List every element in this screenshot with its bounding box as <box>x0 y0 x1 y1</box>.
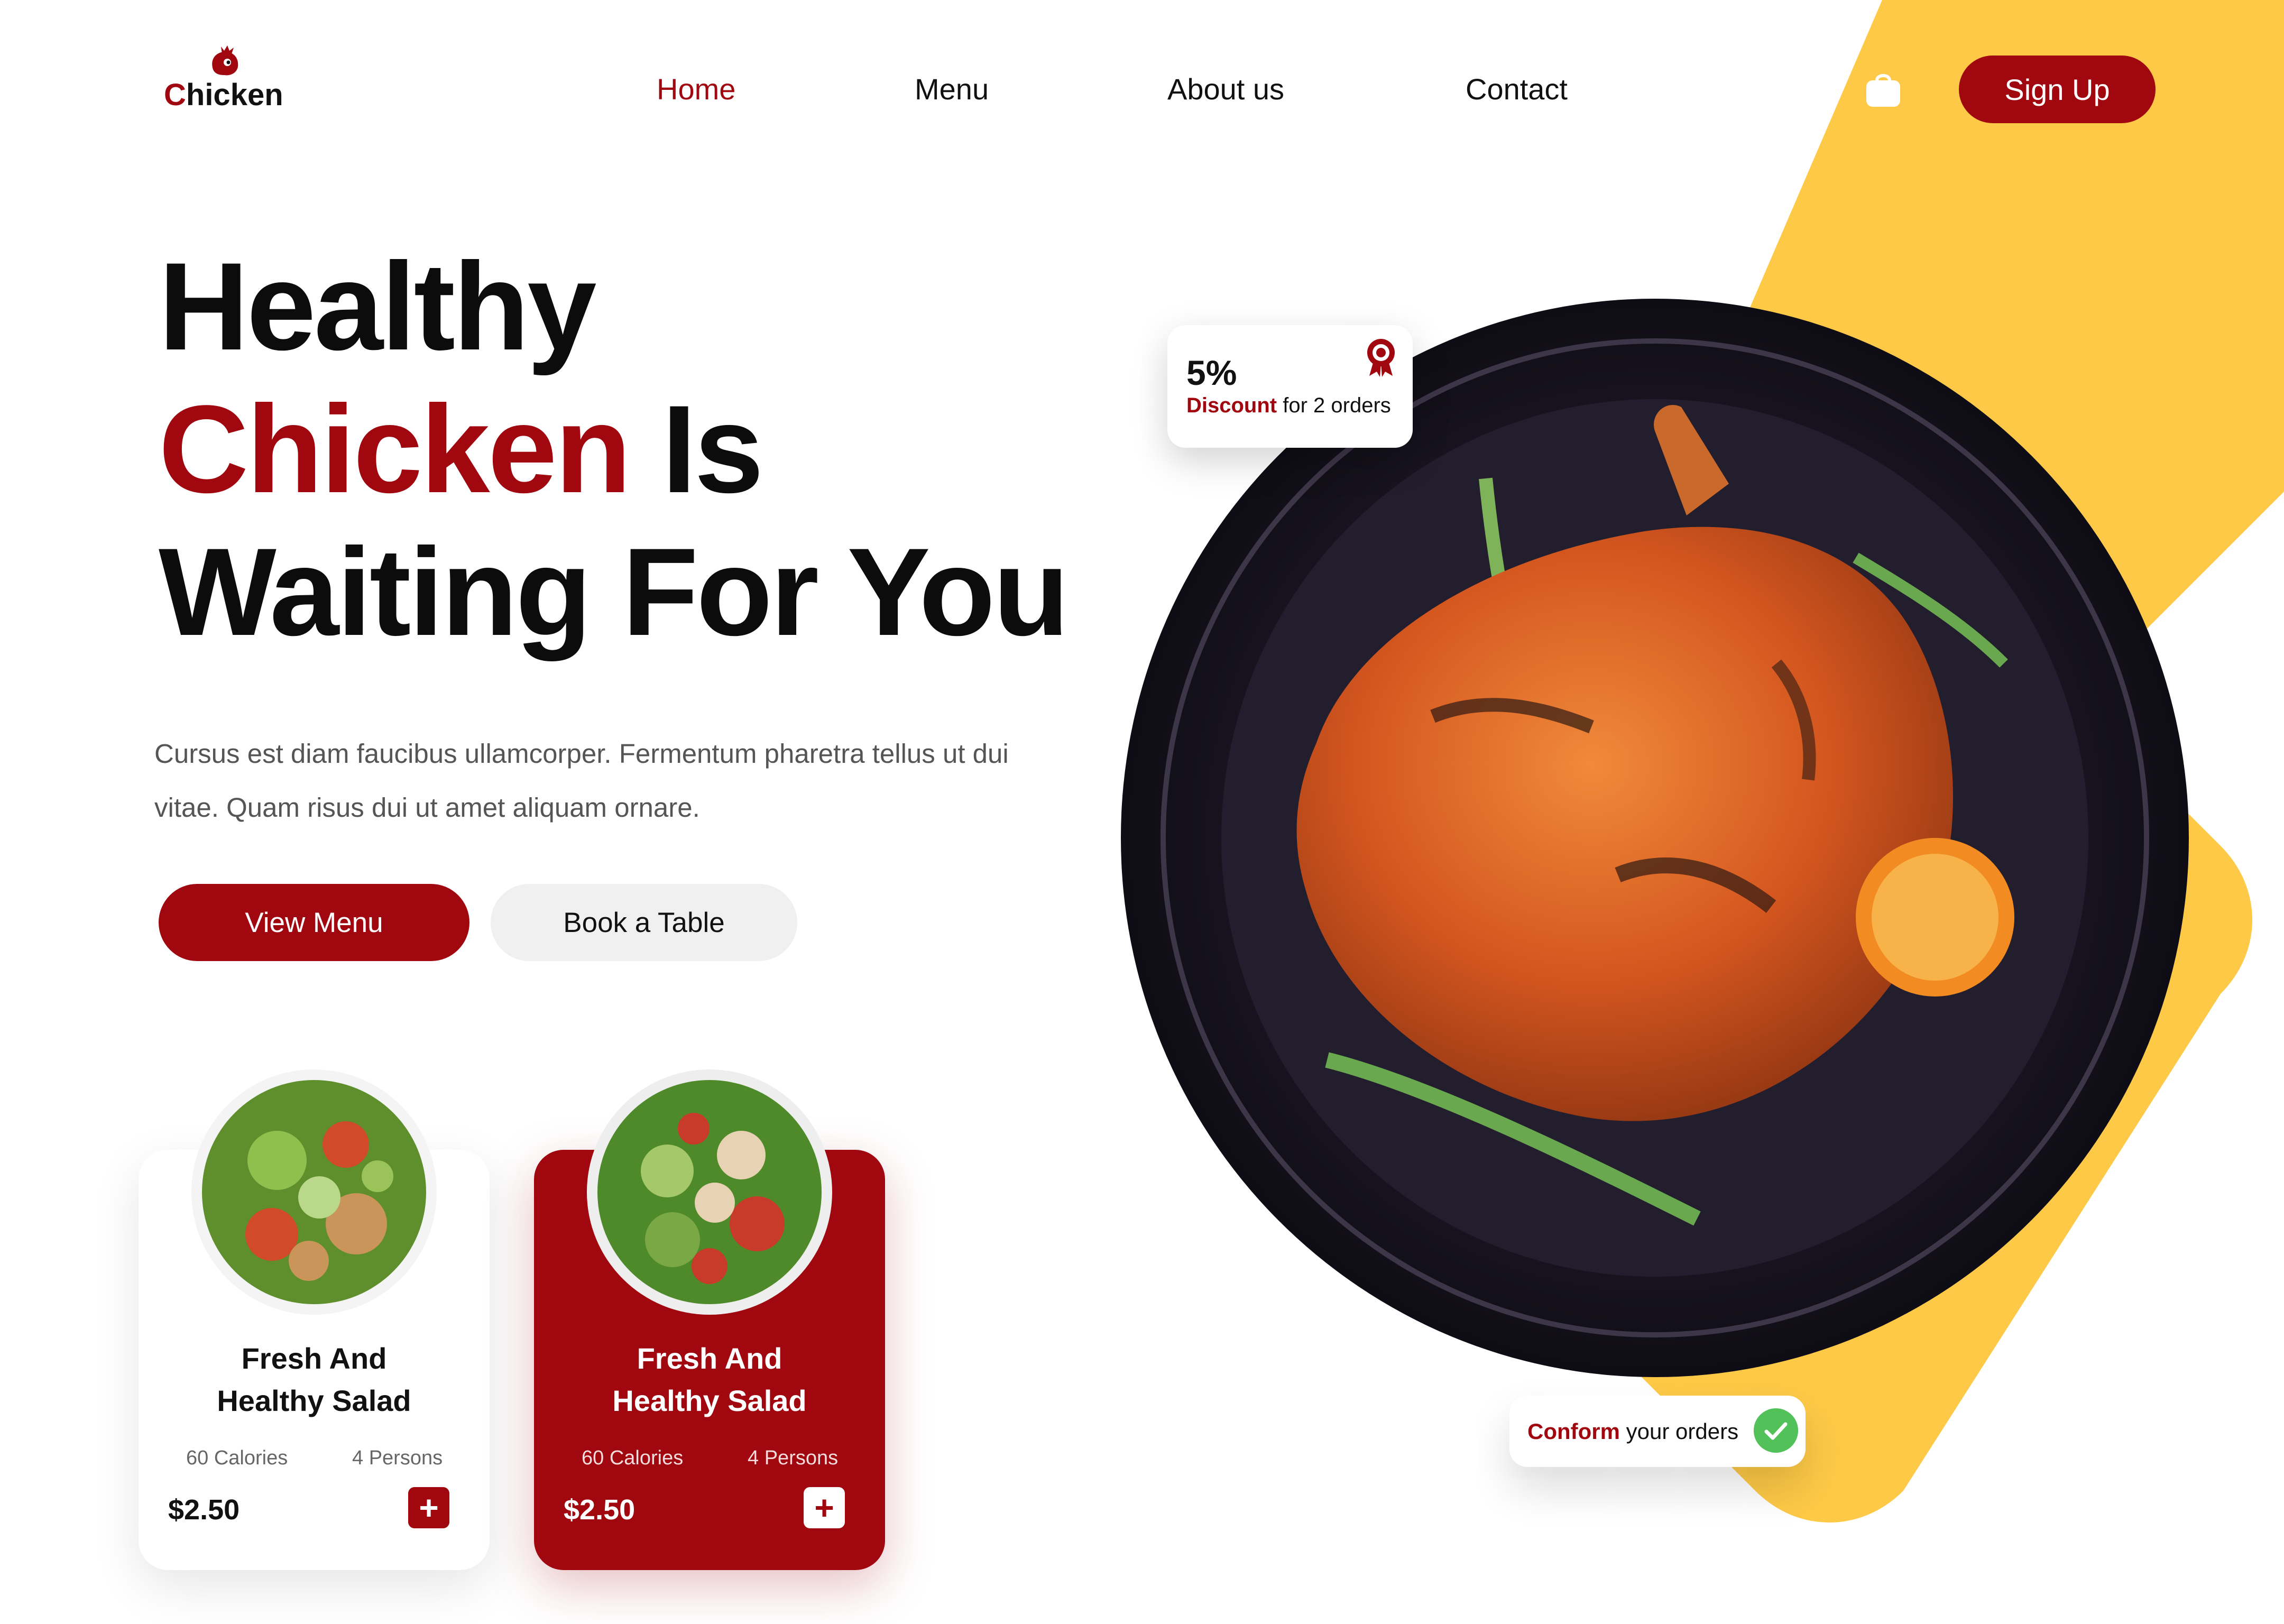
hero-title-highlight: Chicken <box>159 380 631 519</box>
salad-bowl-image <box>587 1069 832 1315</box>
plus-icon[interactable]: + <box>804 1487 845 1528</box>
hero-title-line1: Healthy <box>159 237 597 376</box>
card-price: $2.50 <box>168 1494 240 1526</box>
view-menu-button[interactable]: View Menu <box>159 884 469 961</box>
check-icon <box>1754 1408 1798 1453</box>
nav-menu[interactable]: Menu <box>915 72 989 106</box>
shopping-bag-icon[interactable] <box>1862 68 1904 110</box>
hero-title-line3: Waiting For You <box>159 522 1070 662</box>
discount-percent: 5% <box>1186 353 1237 392</box>
discount-badge: 5% Discount for 2 orders <box>1167 325 1413 448</box>
hero-description: Cursus est diam faucibus ullamcorper. Fe… <box>154 739 1009 823</box>
salad-bowl-image <box>191 1069 437 1315</box>
roast-chicken-plate-image <box>1121 299 2189 1377</box>
plus-icon[interactable]: + <box>408 1487 449 1528</box>
chicken-logo-icon <box>212 45 238 76</box>
brand-logo[interactable]: Chicken <box>164 42 283 112</box>
nav-about-us[interactable]: About us <box>1167 72 1284 106</box>
product-card[interactable]: Fresh And Healthy Salad 60 Calories 4 Per… <box>139 1069 490 1570</box>
book-table-button[interactable]: Book a Table <box>491 884 797 961</box>
card-persons: 4 Persons <box>352 1447 443 1469</box>
card-title: Fresh And Healthy Salad <box>217 1342 411 1417</box>
nav-contact[interactable]: Contact <box>1466 72 1568 106</box>
nav-home[interactable]: Home <box>657 72 735 106</box>
confirm-label: Conform your orders <box>1527 1419 1739 1444</box>
brand-name: Chicken <box>164 78 283 112</box>
card-price: $2.50 <box>564 1494 636 1526</box>
sign-up-button[interactable]: Sign Up <box>1959 56 2156 123</box>
card-persons: 4 Persons <box>748 1447 839 1469</box>
award-icon <box>1367 339 1395 377</box>
confirm-order-badge: Conform your orders <box>1509 1396 1806 1467</box>
card-calories: 60 Calories <box>186 1447 288 1469</box>
card-title: Fresh And Healthy Salad <box>612 1342 807 1417</box>
hero-title-line2: Chicken Is <box>159 380 763 519</box>
discount-label: Discount for 2 orders <box>1186 394 1391 417</box>
product-card[interactable]: Fresh And Healthy Salad 60 Calories 4 Per… <box>534 1069 885 1570</box>
card-calories: 60 Calories <box>582 1447 684 1469</box>
